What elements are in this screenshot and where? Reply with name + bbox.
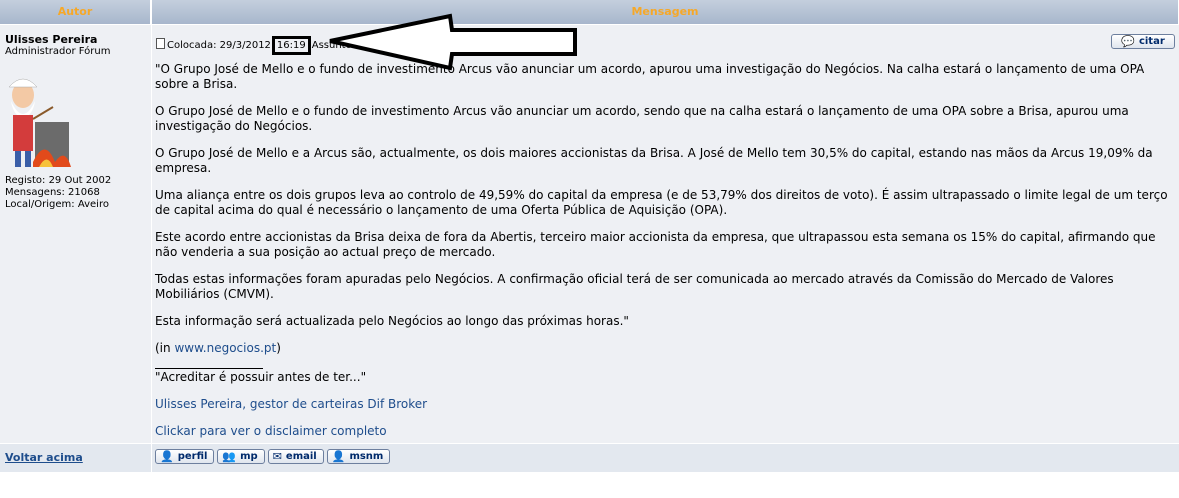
private-message-button[interactable]: 👥 mp	[217, 449, 265, 464]
user-icon: 👤	[160, 450, 174, 463]
quote-button-label: citar	[1138, 36, 1165, 47]
post-paragraph: Esta informação será actualizada pelo Ne…	[155, 314, 629, 328]
posted-date: Colocada: 29/3/2012	[167, 40, 271, 51]
author-rank: Administrador Fórum	[5, 46, 111, 57]
profile-button-label: perfil	[177, 451, 208, 462]
signature-link-disclaimer[interactable]: Clickar para ver o disclaimer completo	[155, 424, 387, 438]
author-stats: Registo: 29 Out 2002 Mensagens: 21068 Lo…	[5, 175, 111, 211]
source-suffix: )	[276, 341, 281, 355]
footer-buttons: 👤 perfil 👥 mp ✉ email 👤 msnm	[155, 449, 391, 464]
email-button[interactable]: ✉ email	[267, 449, 324, 464]
document-icon	[156, 38, 165, 49]
source-prefix: (in	[155, 341, 175, 355]
avatar	[5, 67, 75, 177]
signature-line: Clickar para ver o disclaimer completo	[155, 424, 1175, 439]
person-icon: 👤	[331, 450, 346, 463]
posted-time-highlight: 16:19	[271, 36, 311, 55]
source-link[interactable]: www.negocios.pt	[174, 341, 276, 355]
subject-label: Assunto:	[311, 40, 356, 51]
column-header-message: Mensagem	[152, 0, 1179, 24]
signature-quote: "Acreditar é possuir antes de ter..."	[155, 370, 367, 384]
footer-right: 👤 perfil 👥 mp ✉ email 👤 msnm	[152, 444, 1179, 472]
msn-messenger-button-label: msnm	[349, 451, 384, 462]
back-to-top-link[interactable]: Voltar acima	[5, 451, 83, 464]
private-message-button-label: mp	[240, 451, 258, 462]
source-line: (in www.negocios.pt)	[155, 341, 1175, 356]
signature-link-broker[interactable]: Ulisses Pereira, gestor de carteiras Dif…	[155, 397, 427, 411]
author-post-count: Mensagens: 21068	[5, 187, 100, 198]
post-header: Colocada: 29/3/2012 16:19 Assunto: OPA à B…	[156, 36, 429, 55]
author-name: Ulisses Pereira	[5, 33, 98, 46]
profile-button[interactable]: 👤 perfil	[155, 449, 215, 464]
post-subject: OPA à Brisa?	[358, 40, 430, 51]
post-paragraph: "O Grupo José de Mello e o fundo de inve…	[155, 62, 1145, 91]
footer-left: Voltar acima	[0, 444, 151, 472]
msn-messenger-button[interactable]: 👤 msnm	[326, 449, 391, 464]
post-panel: Colocada: 29/3/2012 16:19 Assunto: OPA à B…	[152, 25, 1179, 443]
author-registered: Registo: 29 Out 2002	[5, 175, 112, 186]
post-paragraph: O Grupo José de Mello e a Arcus são, act…	[155, 146, 1153, 175]
author-panel: Ulisses Pereira Administrador Fórum Regi…	[0, 25, 151, 443]
signature-divider	[155, 368, 263, 369]
speech-bubble-icon: 💬	[1121, 35, 1135, 48]
quote-button[interactable]: 💬 citar	[1111, 34, 1175, 49]
post-paragraph: O Grupo José de Mello e o fundo de inves…	[155, 104, 1129, 133]
post-paragraph: Uma aliança entre os dois grupos leva ao…	[155, 188, 1168, 217]
post-paragraph: Todas estas informações foram apuradas p…	[155, 272, 1114, 301]
email-button-label: email	[285, 451, 317, 462]
users-icon: 👥	[222, 450, 237, 463]
post-paragraph: Este acordo entre accionistas da Brisa d…	[155, 230, 1156, 259]
author-location: Local/Origem: Aveiro	[5, 199, 109, 210]
post-body: "O Grupo José de Mello e o fundo de inve…	[155, 62, 1175, 451]
column-header-author: Autor	[0, 0, 151, 24]
envelope-icon: ✉	[272, 450, 282, 463]
posted-time: 16:19	[276, 40, 306, 51]
signature-line: Ulisses Pereira, gestor de carteiras Dif…	[155, 397, 1175, 412]
